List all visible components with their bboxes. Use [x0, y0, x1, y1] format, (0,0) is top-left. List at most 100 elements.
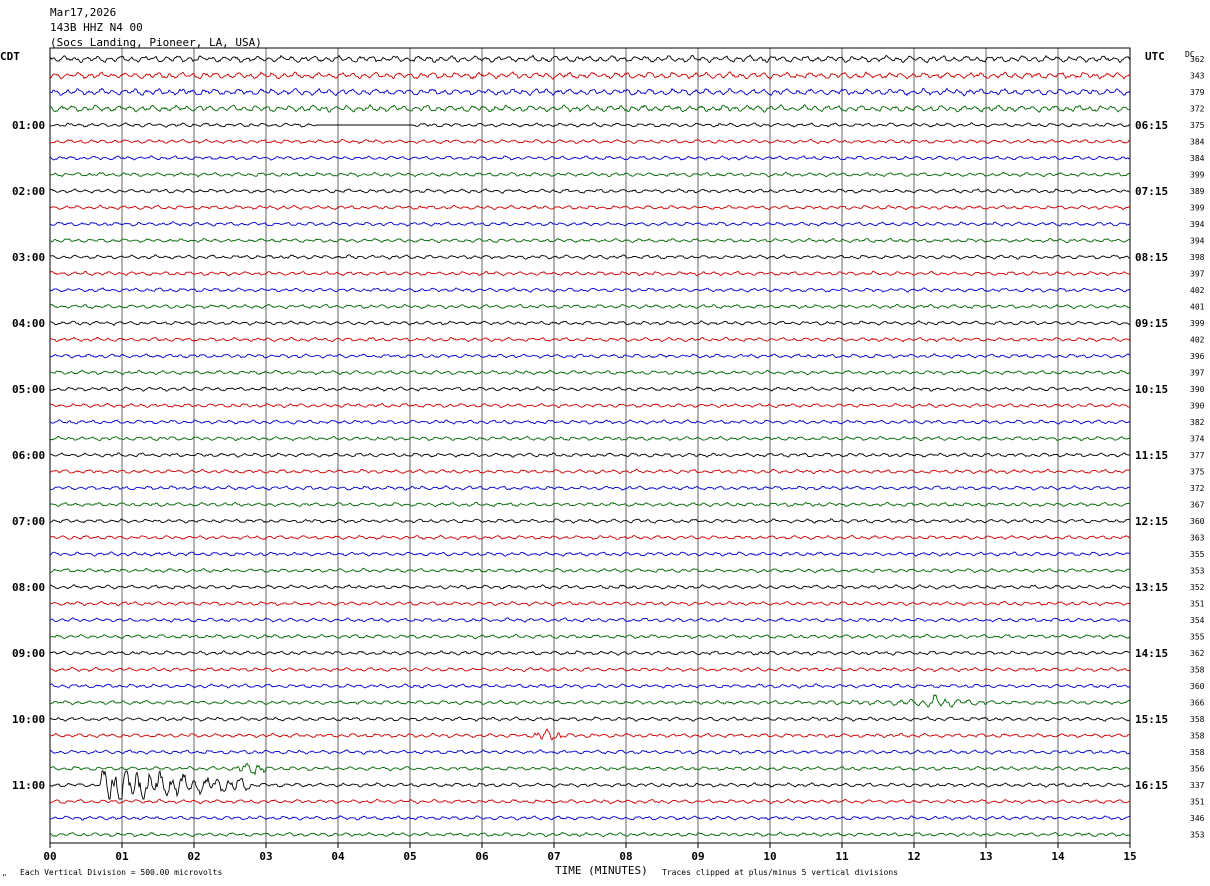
- trace-row-3: [49, 103, 1131, 113]
- dc-offset-label: 362: [1190, 649, 1205, 658]
- dc-offset-label: 351: [1190, 600, 1205, 609]
- dc-offset-label: 354: [1190, 616, 1205, 625]
- trace-row-43: [49, 762, 1131, 776]
- right-time-label: 15:15: [1135, 713, 1168, 726]
- left-time-label: 08:00: [12, 581, 45, 594]
- dc-offset-label: 379: [1190, 88, 1205, 97]
- right-time-label: 12:15: [1135, 515, 1168, 528]
- dc-offset-label: 358: [1190, 748, 1205, 757]
- x-tick-label-12: 12: [907, 850, 920, 863]
- trace-row-11: [49, 237, 1130, 244]
- dc-offset-label: 358: [1190, 715, 1205, 724]
- dc-offset-label: 367: [1190, 501, 1205, 510]
- trace-row-45: [49, 798, 1131, 805]
- left-time-label: 05:00: [12, 383, 45, 396]
- trace-row-14: [49, 287, 1131, 293]
- trace-row-34: [49, 617, 1131, 623]
- dc-offset-label: 390: [1190, 402, 1205, 411]
- right-time-label: 09:15: [1135, 317, 1168, 330]
- trace-row-30: [49, 551, 1131, 557]
- dc-offset-label: 353: [1190, 567, 1205, 576]
- left-time-label: 01:00: [12, 119, 45, 132]
- dc-offset-label: 402: [1190, 286, 1205, 295]
- trace-row-4: [49, 122, 1131, 128]
- dc-offset-label: 355: [1190, 633, 1205, 642]
- scale-note: Each Vertical Division = 500.00 microvol…: [20, 868, 222, 877]
- dc-offset-label: 399: [1190, 171, 1205, 180]
- trace-row-20: [49, 386, 1131, 392]
- dc-offset-label: 362: [1190, 55, 1205, 64]
- trace-row-13: [49, 270, 1131, 277]
- trace-row-28: [49, 518, 1131, 524]
- x-tick-label-06: 06: [475, 850, 489, 863]
- dc-offset-label: 398: [1190, 253, 1205, 262]
- trace-row-10: [49, 221, 1131, 227]
- dc-offset-label: 402: [1190, 336, 1205, 345]
- left-time-label: 07:00: [12, 515, 45, 528]
- right-time-label: 10:15: [1135, 383, 1168, 396]
- dc-offset-label: 389: [1190, 187, 1205, 196]
- trace-row-31: [49, 567, 1130, 574]
- dc-offset-label: 372: [1190, 105, 1205, 114]
- x-tick-label-13: 13: [979, 850, 992, 863]
- right-time-label: 14:15: [1135, 647, 1168, 660]
- dc-offset-label: 346: [1190, 814, 1205, 823]
- x-tick-label-05: 05: [403, 850, 416, 863]
- header-station: 143B HHZ N4 00: [50, 21, 143, 34]
- x-tick-label-10: 10: [763, 850, 776, 863]
- dc-offset-label: 358: [1190, 732, 1205, 741]
- x-tick-label-04: 04: [331, 850, 345, 863]
- left-time-labels: 01:00 02:00 03:00 04:00 05:00 06:00 07:00 08:00…: [12, 119, 45, 792]
- x-tick-label-01: 01: [115, 850, 129, 863]
- dc-offset-label: 352: [1190, 583, 1205, 592]
- x-tick-label-02: 02: [187, 850, 200, 863]
- dc-offset-label: 358: [1190, 666, 1205, 675]
- trace-row-7: [49, 171, 1131, 178]
- x-tick-label-15: 15: [1123, 850, 1136, 863]
- left-timezone-label: CDT: [0, 50, 20, 63]
- right-timezone-label: UTC: [1145, 50, 1165, 63]
- plot-frame: [49, 47, 1131, 844]
- right-time-label: 11:15: [1135, 449, 1168, 462]
- trace-row-0: [49, 54, 1131, 64]
- right-time-label: 07:15: [1135, 185, 1168, 198]
- left-time-label: 11:00: [12, 779, 45, 792]
- left-time-label: 09:00: [12, 647, 45, 660]
- dc-offset-label: 396: [1190, 352, 1205, 361]
- right-time-label: 06:15: [1135, 119, 1168, 132]
- minute-gridlines: [49, 47, 1131, 844]
- dc-offset-label: 351: [1190, 798, 1205, 807]
- trace-rows: [49, 54, 1131, 838]
- dc-offset-label: 360: [1190, 682, 1205, 691]
- corner-mark: ": [2, 873, 7, 882]
- trace-row-44: [49, 769, 1131, 800]
- dc-offset-label: 374: [1190, 435, 1205, 444]
- dc-offset-label: 355: [1190, 550, 1205, 559]
- trace-row-6: [49, 155, 1131, 161]
- trace-row-21: [49, 402, 1131, 409]
- trace-row-36: [49, 650, 1131, 656]
- trace-row-46: [49, 815, 1131, 821]
- header-location: (Socs Landing, Pioneer, LA, USA): [50, 36, 262, 49]
- trace-row-29: [49, 534, 1131, 541]
- trace-row-18: [49, 353, 1131, 359]
- left-time-label: 02:00: [12, 185, 45, 198]
- dc-offset-label: 366: [1190, 699, 1205, 708]
- dc-offset-label: 382: [1190, 418, 1205, 427]
- seismogram-chart: Mar17,2026 143B HHZ N4 00 (Socs Landing,…: [0, 6, 1205, 882]
- clip-note: Traces clipped at plus/minus 5 vertical …: [662, 868, 898, 877]
- trace-row-19: [49, 369, 1131, 376]
- left-time-label: 04:00: [12, 317, 45, 330]
- trace-row-39: [49, 694, 1131, 709]
- dc-offset-label: 356: [1190, 765, 1205, 774]
- right-time-labels: 06:15 07:15 08:15 09:15 10:15 11:15 12:15 13:15…: [1135, 119, 1168, 792]
- dc-offset-label: 360: [1190, 517, 1205, 526]
- trace-row-41: [49, 728, 1131, 741]
- trace-row-42: [49, 749, 1131, 755]
- trace-row-35: [49, 633, 1131, 640]
- dc-offset-label: 337: [1190, 781, 1205, 790]
- dc-offset-label: 401: [1190, 303, 1205, 312]
- trace-row-47: [49, 831, 1131, 838]
- trace-row-15: [49, 303, 1131, 310]
- trace-row-33: [50, 600, 1131, 607]
